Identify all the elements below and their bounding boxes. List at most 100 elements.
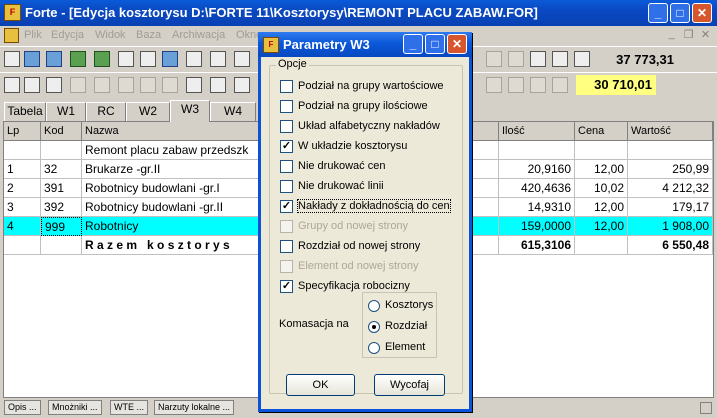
option-label: W układzie kosztorysu	[298, 140, 408, 152]
mdi-restore-icon[interactable]: ❐	[681, 28, 696, 42]
checkbox[interactable]	[280, 160, 293, 173]
disabled-tool-2-icon[interactable]	[94, 77, 110, 93]
radio-button[interactable]	[368, 300, 380, 312]
menu-widok[interactable]: Widok	[95, 29, 126, 41]
people-icon[interactable]	[94, 51, 110, 67]
col-header-lp[interactable]: Lp	[4, 122, 41, 141]
main-title-bar[interactable]: F Forte - [Edycja kosztorysu D:\FORTE 11…	[0, 0, 717, 26]
checkbox-checked[interactable]: ✓	[280, 200, 293, 213]
cell-lp: 4	[4, 217, 41, 236]
mdi-close-icon[interactable]: ✕	[698, 28, 713, 42]
tab-w1[interactable]: W1	[46, 102, 86, 121]
checkbox[interactable]	[280, 240, 293, 253]
cell-ilosc: 159,0000	[499, 217, 575, 236]
binoculars-icon[interactable]	[574, 51, 590, 67]
tool-8-icon[interactable]	[234, 77, 250, 93]
list-icon[interactable]	[552, 51, 568, 67]
book-icon[interactable]	[210, 51, 226, 67]
radio-button-selected[interactable]	[368, 321, 380, 333]
disabled-tool-11-icon[interactable]	[530, 77, 546, 93]
cell-kod: 999	[41, 217, 82, 236]
disabled-tool-1-icon[interactable]	[70, 77, 86, 93]
dialog-minimize-button[interactable]: _	[403, 34, 423, 54]
wte-button[interactable]: WTE ...	[110, 400, 148, 415]
cell-kod: 391	[41, 179, 82, 198]
option-label: Nakłady z dokładnością do cen	[297, 199, 451, 213]
disabled-tool-3-icon[interactable]	[118, 77, 134, 93]
radio-button[interactable]	[368, 342, 380, 354]
checkbox[interactable]	[280, 100, 293, 113]
disabled-tool-10-icon[interactable]	[508, 77, 524, 93]
col-header-cena[interactable]: Cena	[575, 122, 628, 141]
menu-edycja[interactable]: Edycja	[51, 29, 84, 41]
menu-archiwacja[interactable]: Archiwacja	[172, 29, 225, 41]
insert-rc-icon[interactable]	[24, 77, 40, 93]
minimize-button[interactable]: _	[648, 3, 668, 23]
disabled-tool-9-icon[interactable]	[486, 77, 502, 93]
col-header-wartosc[interactable]: Wartość	[628, 122, 713, 141]
forte-app-icon: F	[4, 4, 21, 21]
window-title: Forte - [Edycja kosztorysu D:\FORTE 11\K…	[25, 5, 538, 20]
wycofaj-button[interactable]: Wycofaj	[374, 374, 445, 396]
tool-7-icon[interactable]	[210, 77, 226, 93]
cell-ilosc	[499, 141, 575, 160]
tab-tabela[interactable]: Tabela	[4, 102, 46, 121]
disabled-tool-12-icon[interactable]	[552, 77, 568, 93]
sort-icon[interactable]	[530, 51, 546, 67]
dialog-title-bar[interactable]: F Parametry W3 _ □ ✕	[258, 32, 472, 57]
tab-w3[interactable]: W3	[170, 100, 210, 122]
new-icon[interactable]	[4, 51, 20, 67]
cell-wartosc: 4 212,32	[628, 179, 713, 198]
checkbox[interactable]	[280, 180, 293, 193]
disabled-tool-5-icon[interactable]	[162, 77, 178, 93]
option-label: Układ alfabetyczny nakładów	[298, 120, 440, 132]
insert-e-icon[interactable]	[46, 77, 62, 93]
checkbox[interactable]	[280, 80, 293, 93]
save-icon[interactable]	[46, 51, 62, 67]
doc-view-icon[interactable]	[186, 51, 202, 67]
checkbox-checked[interactable]: ✓	[280, 280, 293, 293]
close-button[interactable]: ✕	[692, 3, 712, 23]
cell-cena: 12,00	[575, 198, 628, 217]
ok-button[interactable]: OK	[286, 374, 355, 396]
col-header-kod[interactable]: Kod	[41, 122, 82, 141]
tab-rc[interactable]: RC	[86, 102, 126, 121]
tool-6-icon[interactable]	[186, 77, 202, 93]
option-label: Podział na grupy wartościowe	[298, 80, 444, 92]
cell-lp	[4, 236, 41, 255]
menu-baza[interactable]: Baza	[136, 29, 161, 41]
dialog-close-button[interactable]: ✕	[447, 34, 467, 54]
cell-cena: 10,02	[575, 179, 628, 198]
menu-plik[interactable]: Plik	[24, 29, 42, 41]
open-icon[interactable]	[24, 51, 40, 67]
col-header-ilosc[interactable]: Ilość	[499, 122, 575, 141]
cell-total-cena	[575, 236, 628, 255]
grid-icon[interactable]	[234, 51, 250, 67]
tab-w2[interactable]: W2	[126, 102, 170, 121]
table-icon[interactable]	[118, 51, 134, 67]
checkbox-checked[interactable]: ✓	[280, 140, 293, 153]
calc-icon[interactable]	[162, 51, 178, 67]
resize-grip-icon[interactable]	[700, 402, 712, 414]
undo-icon[interactable]	[486, 51, 502, 67]
tools-icon[interactable]	[70, 51, 86, 67]
print-icon[interactable]	[140, 51, 156, 67]
cell-wartosc: 179,17	[628, 198, 713, 217]
checkbox[interactable]	[280, 120, 293, 133]
arrow-icon[interactable]	[4, 77, 20, 93]
mnozniki-button[interactable]: Mnożniki ...	[48, 400, 102, 415]
cell-ilosc: 20,9160	[499, 160, 575, 179]
dialog-maximize-button[interactable]: □	[425, 34, 445, 54]
maximize-button[interactable]: □	[670, 3, 690, 23]
tab-w4[interactable]: W4	[210, 102, 256, 121]
redo-icon[interactable]	[508, 51, 524, 67]
narzuty-lokalne-button[interactable]: Narzuty lokalne ...	[154, 400, 235, 415]
cell-cena	[575, 141, 628, 160]
disabled-tool-4-icon[interactable]	[140, 77, 156, 93]
opis-button[interactable]: Opis ...	[4, 400, 41, 415]
mdi-minimize-icon[interactable]: _	[664, 28, 679, 42]
option-label: Podział na grupy ilościowe	[298, 100, 428, 112]
cell-ilosc: 14,9310	[499, 198, 575, 217]
doc-icon[interactable]	[4, 28, 19, 43]
option-label: Specyfikacja robocizny	[298, 280, 410, 292]
